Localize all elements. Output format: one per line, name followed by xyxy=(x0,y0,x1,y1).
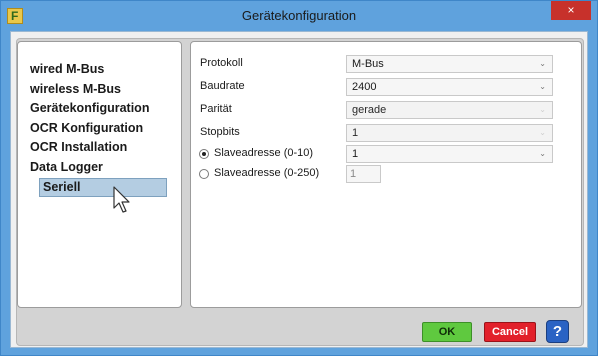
stopbits-value: 1 xyxy=(352,127,359,139)
nav-item-ocr-konfiguration[interactable]: OCR Konfiguration xyxy=(27,119,143,138)
cancel-button[interactable]: Cancel xyxy=(484,322,536,342)
nav-item-wired-mbus[interactable]: wired M-Bus xyxy=(27,60,104,79)
paritaet-select: gerade ⌄ xyxy=(346,101,553,119)
baudrate-value: 2400 xyxy=(352,81,377,93)
navigation-panel: wired M-Bus wireless M-Bus Gerätekonfigu… xyxy=(17,41,182,308)
nav-item-geraetekonfiguration[interactable]: Gerätekonfiguration xyxy=(27,99,149,118)
paritaet-value: gerade xyxy=(352,104,387,116)
chevron-down-icon: ⌄ xyxy=(539,59,546,68)
slaveadresse-0-10-radio[interactable] xyxy=(199,149,209,159)
nav-item-data-logger[interactable]: Data Logger xyxy=(27,158,103,177)
protokoll-value: M-Bus xyxy=(352,58,384,70)
nav-item-seriell[interactable]: Seriell xyxy=(39,178,167,197)
chevron-down-icon: ⌄ xyxy=(539,105,546,114)
slaveadresse-0-10-select[interactable]: 1 ⌄ xyxy=(346,145,553,163)
close-button[interactable]: × xyxy=(551,1,591,20)
chevron-down-icon: ⌄ xyxy=(539,149,546,158)
nav-item-ocr-installation[interactable]: OCR Installation xyxy=(27,138,127,157)
slaveadresse-0-250-radio[interactable] xyxy=(199,169,209,179)
chevron-down-icon: ⌄ xyxy=(539,82,546,91)
slaveadresse-0-10-label: Slaveadresse (0-10) xyxy=(214,147,314,159)
slaveadresse-0-10-value: 1 xyxy=(352,148,359,160)
window-title: Gerätekonfiguration xyxy=(241,8,357,23)
title-bar: Gerätekonfiguration × xyxy=(1,1,597,31)
stopbits-label: Stopbits xyxy=(200,126,240,138)
mouse-pointer-icon xyxy=(113,186,130,213)
protokoll-label: Protokoll xyxy=(200,57,243,69)
ok-button[interactable]: OK xyxy=(422,322,472,342)
slaveadresse-0-250-label: Slaveadresse (0-250) xyxy=(214,167,320,179)
help-button[interactable]: ? xyxy=(546,320,569,343)
stopbits-select: 1 ⌄ xyxy=(346,124,553,142)
baudrate-label: Baudrate xyxy=(200,80,245,92)
slaveadresse-0-250-input: 1 xyxy=(346,165,381,183)
chevron-down-icon: ⌄ xyxy=(539,128,546,137)
nav-item-wireless-mbus[interactable]: wireless M-Bus xyxy=(27,80,121,99)
protokoll-select[interactable]: M-Bus ⌄ xyxy=(346,55,553,73)
baudrate-select[interactable]: 2400 ⌄ xyxy=(346,78,553,96)
paritaet-label: Parität xyxy=(200,103,232,115)
